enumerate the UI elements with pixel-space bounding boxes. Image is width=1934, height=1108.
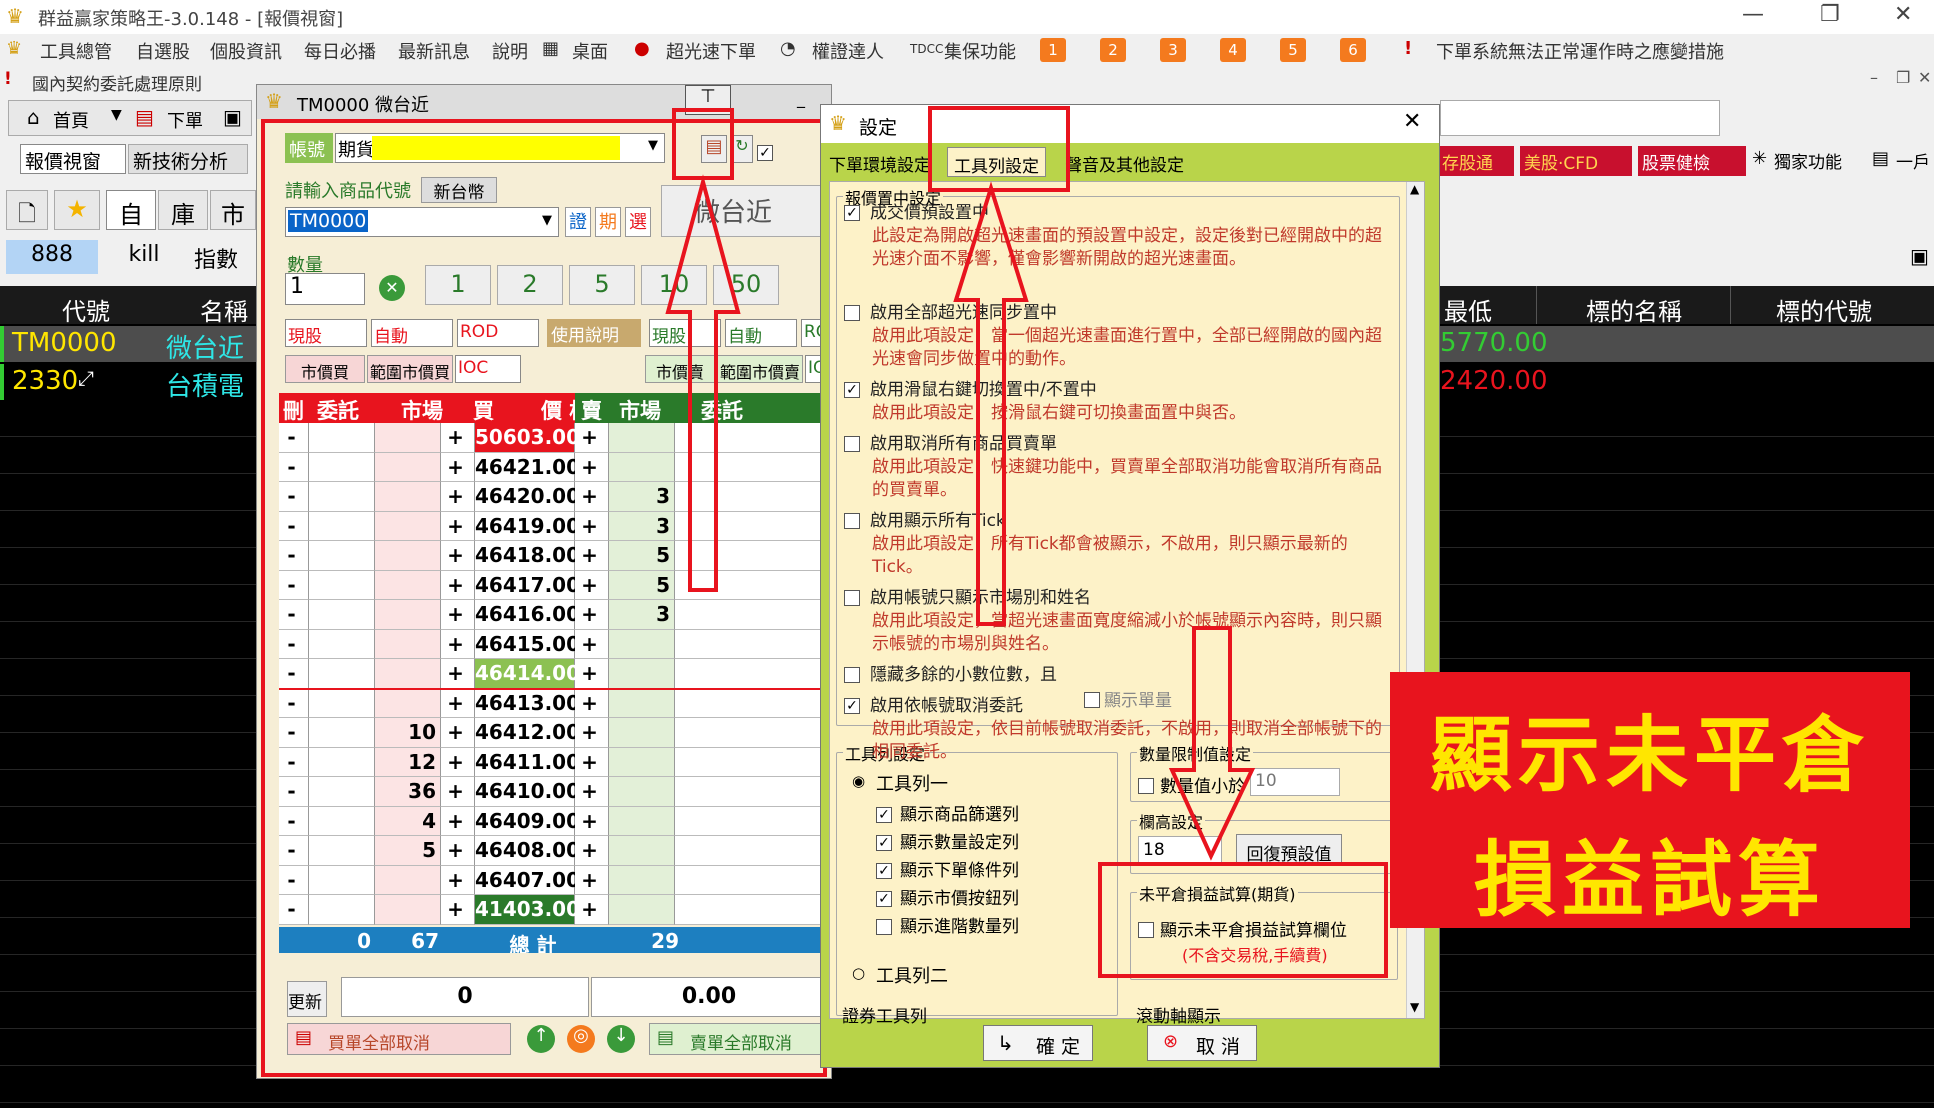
banner-line2: 損益試算 [1473,832,1826,928]
annotation-banner: 顯示未平倉 損益試算 [1390,672,1910,928]
banner-line1: 顯示未平倉 [1429,707,1870,803]
arrow-down-right [1168,626,1256,861]
arrow-up-left [665,174,741,592]
arrow-up-center [953,181,1029,626]
annotation-arrows [665,174,1256,861]
